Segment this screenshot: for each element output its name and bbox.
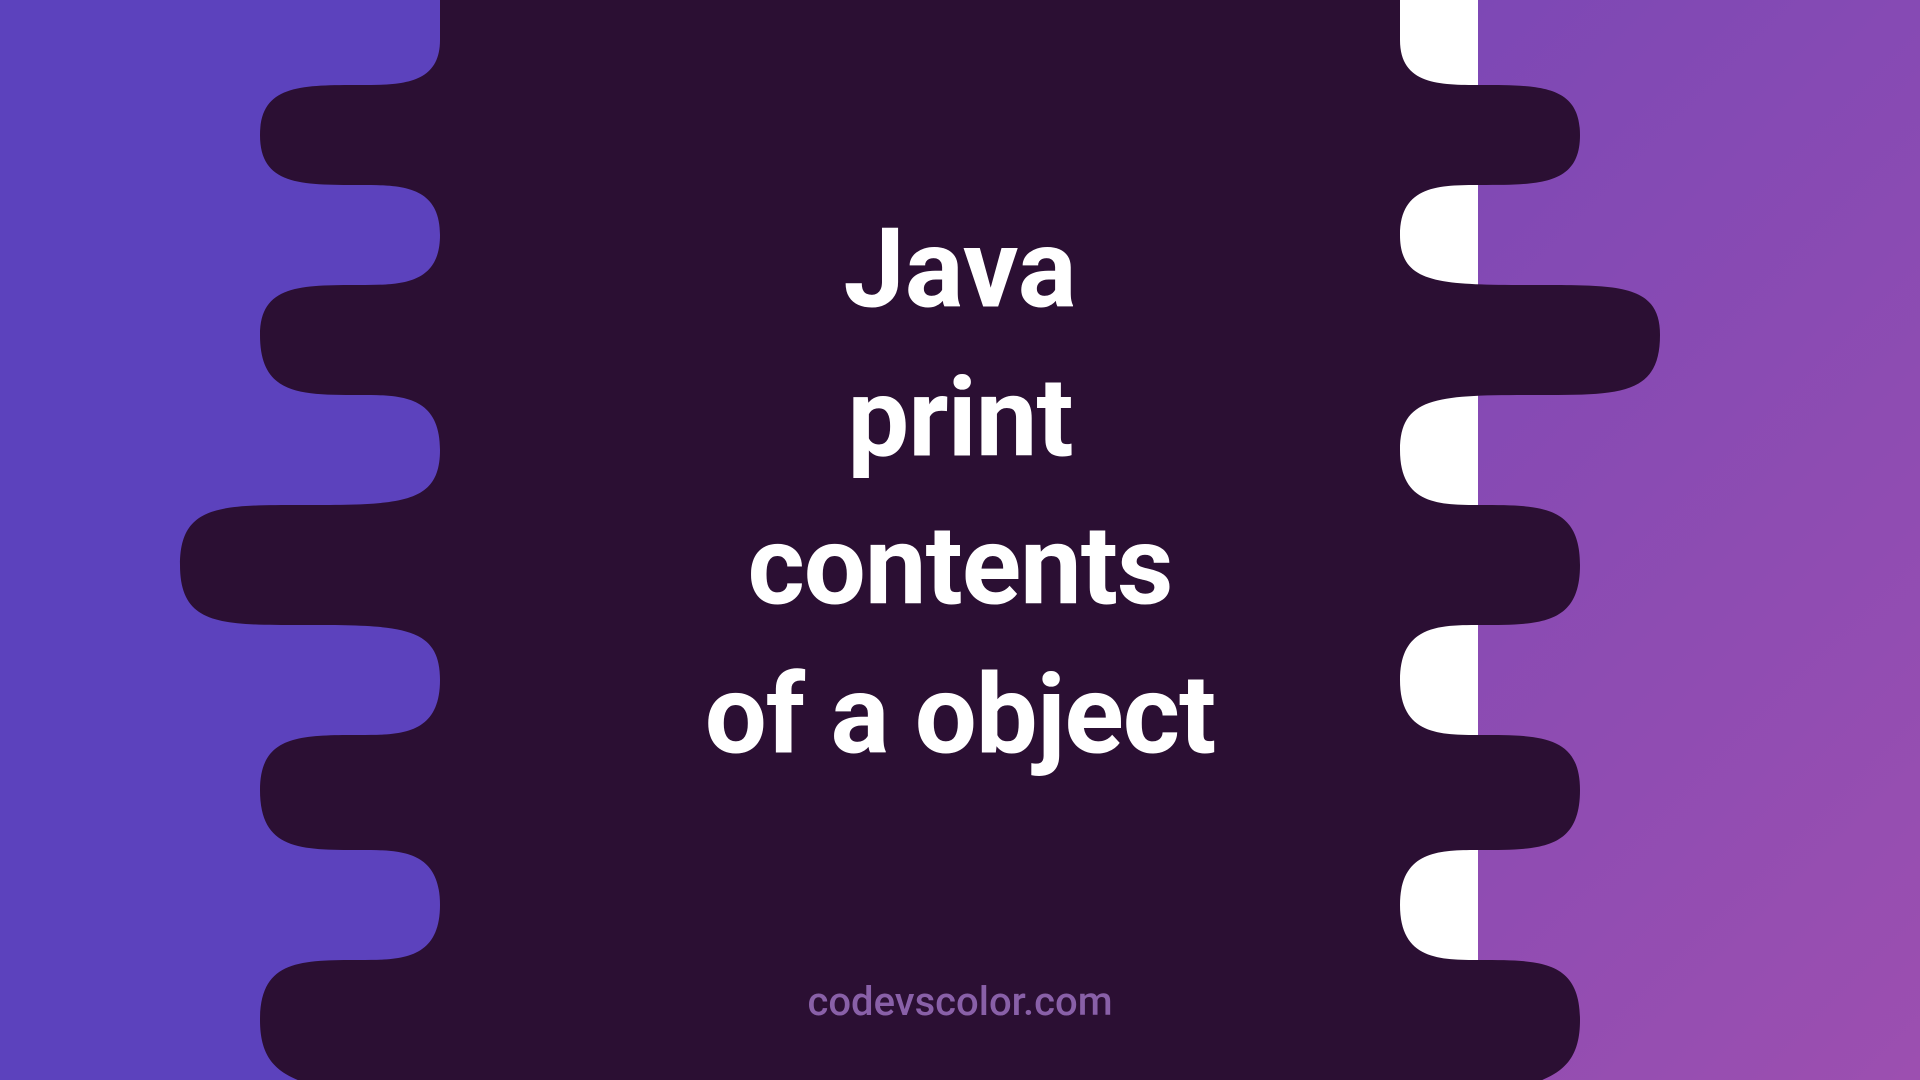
banner-heading: Java print contents of a object bbox=[0, 195, 1920, 789]
heading-container: Java print contents of a object bbox=[0, 195, 1920, 789]
watermark-text: codevscolor.com bbox=[807, 978, 1112, 1025]
banner-container: Java print contents of a object codevsco… bbox=[0, 0, 1920, 1080]
heading-line-3: contents bbox=[0, 492, 1920, 640]
heading-line-1: Java bbox=[0, 195, 1920, 344]
heading-line-2: print bbox=[0, 344, 1920, 493]
heading-line-4: of a object bbox=[0, 641, 1920, 790]
